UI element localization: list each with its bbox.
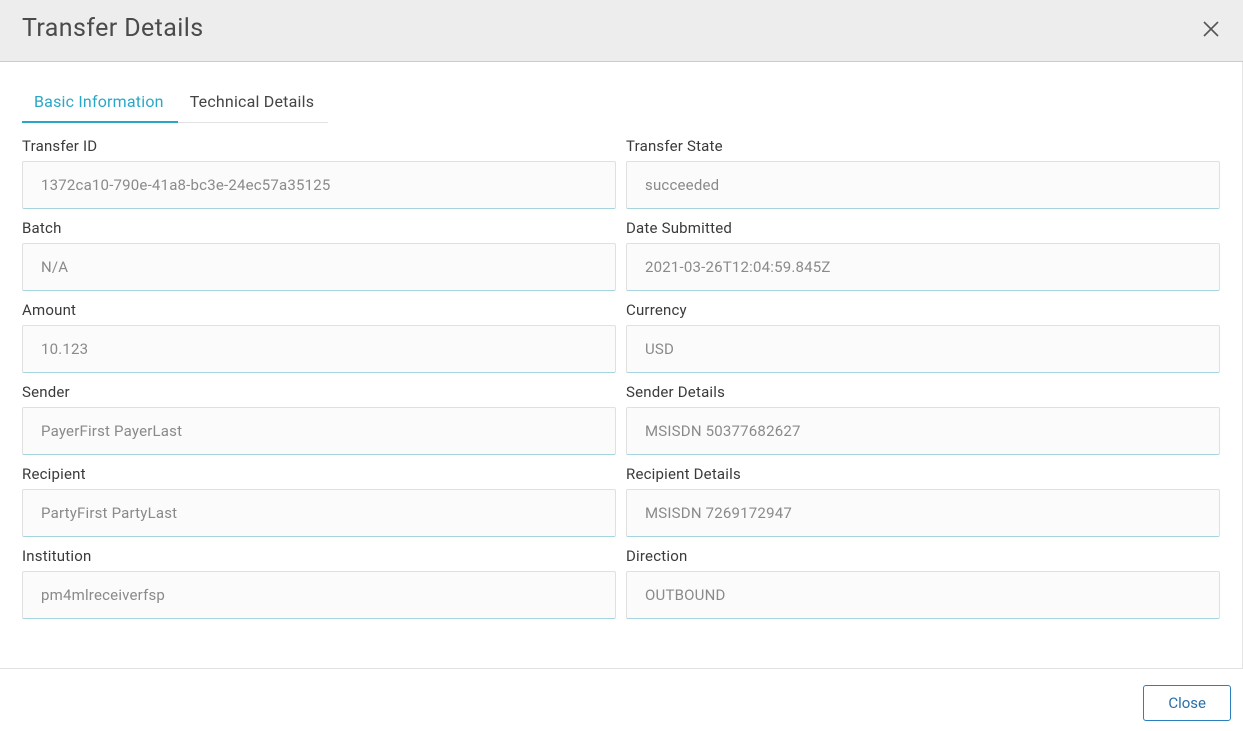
label-sender-details: Sender Details	[626, 383, 1220, 401]
input-sender-details[interactable]	[626, 407, 1220, 455]
input-transfer-state[interactable]	[626, 161, 1220, 209]
label-date-submitted: Date Submitted	[626, 219, 1220, 237]
label-direction: Direction	[626, 547, 1220, 565]
field-transfer-id: Transfer ID	[22, 137, 616, 209]
input-date-submitted[interactable]	[626, 243, 1220, 291]
label-batch: Batch	[22, 219, 616, 237]
field-recipient-details: Recipient Details	[626, 465, 1220, 537]
field-currency: Currency	[626, 301, 1220, 373]
modal-body: Basic Information Technical Details Tran…	[0, 62, 1243, 668]
modal-footer: Close	[0, 668, 1243, 731]
field-sender: Sender	[22, 383, 616, 455]
label-institution: Institution	[22, 547, 616, 565]
modal-title: Transfer Details	[22, 14, 204, 43]
form-grid: Transfer ID Transfer State Batch Date Su…	[22, 137, 1220, 619]
transfer-details-modal: Transfer Details Basic Information Techn…	[0, 0, 1243, 731]
field-direction: Direction	[626, 547, 1220, 619]
field-transfer-state: Transfer State	[626, 137, 1220, 209]
input-recipient[interactable]	[22, 489, 616, 537]
close-button[interactable]: Close	[1143, 685, 1231, 721]
field-batch: Batch	[22, 219, 616, 291]
field-date-submitted: Date Submitted	[626, 219, 1220, 291]
tabs: Basic Information Technical Details	[22, 86, 328, 123]
input-amount[interactable]	[22, 325, 616, 373]
input-sender[interactable]	[22, 407, 616, 455]
label-currency: Currency	[626, 301, 1220, 319]
field-amount: Amount	[22, 301, 616, 373]
input-recipient-details[interactable]	[626, 489, 1220, 537]
field-sender-details: Sender Details	[626, 383, 1220, 455]
modal-header: Transfer Details	[0, 0, 1243, 62]
input-direction[interactable]	[626, 571, 1220, 619]
tab-technical-details[interactable]: Technical Details	[178, 86, 328, 123]
label-sender: Sender	[22, 383, 616, 401]
input-batch[interactable]	[22, 243, 616, 291]
field-institution: Institution	[22, 547, 616, 619]
field-recipient: Recipient	[22, 465, 616, 537]
input-institution[interactable]	[22, 571, 616, 619]
input-currency[interactable]	[626, 325, 1220, 373]
input-transfer-id[interactable]	[22, 161, 616, 209]
label-transfer-state: Transfer State	[626, 137, 1220, 155]
label-recipient: Recipient	[22, 465, 616, 483]
tab-basic-information[interactable]: Basic Information	[22, 86, 178, 123]
close-icon[interactable]	[1201, 19, 1221, 39]
label-amount: Amount	[22, 301, 616, 319]
label-recipient-details: Recipient Details	[626, 465, 1220, 483]
label-transfer-id: Transfer ID	[22, 137, 616, 155]
